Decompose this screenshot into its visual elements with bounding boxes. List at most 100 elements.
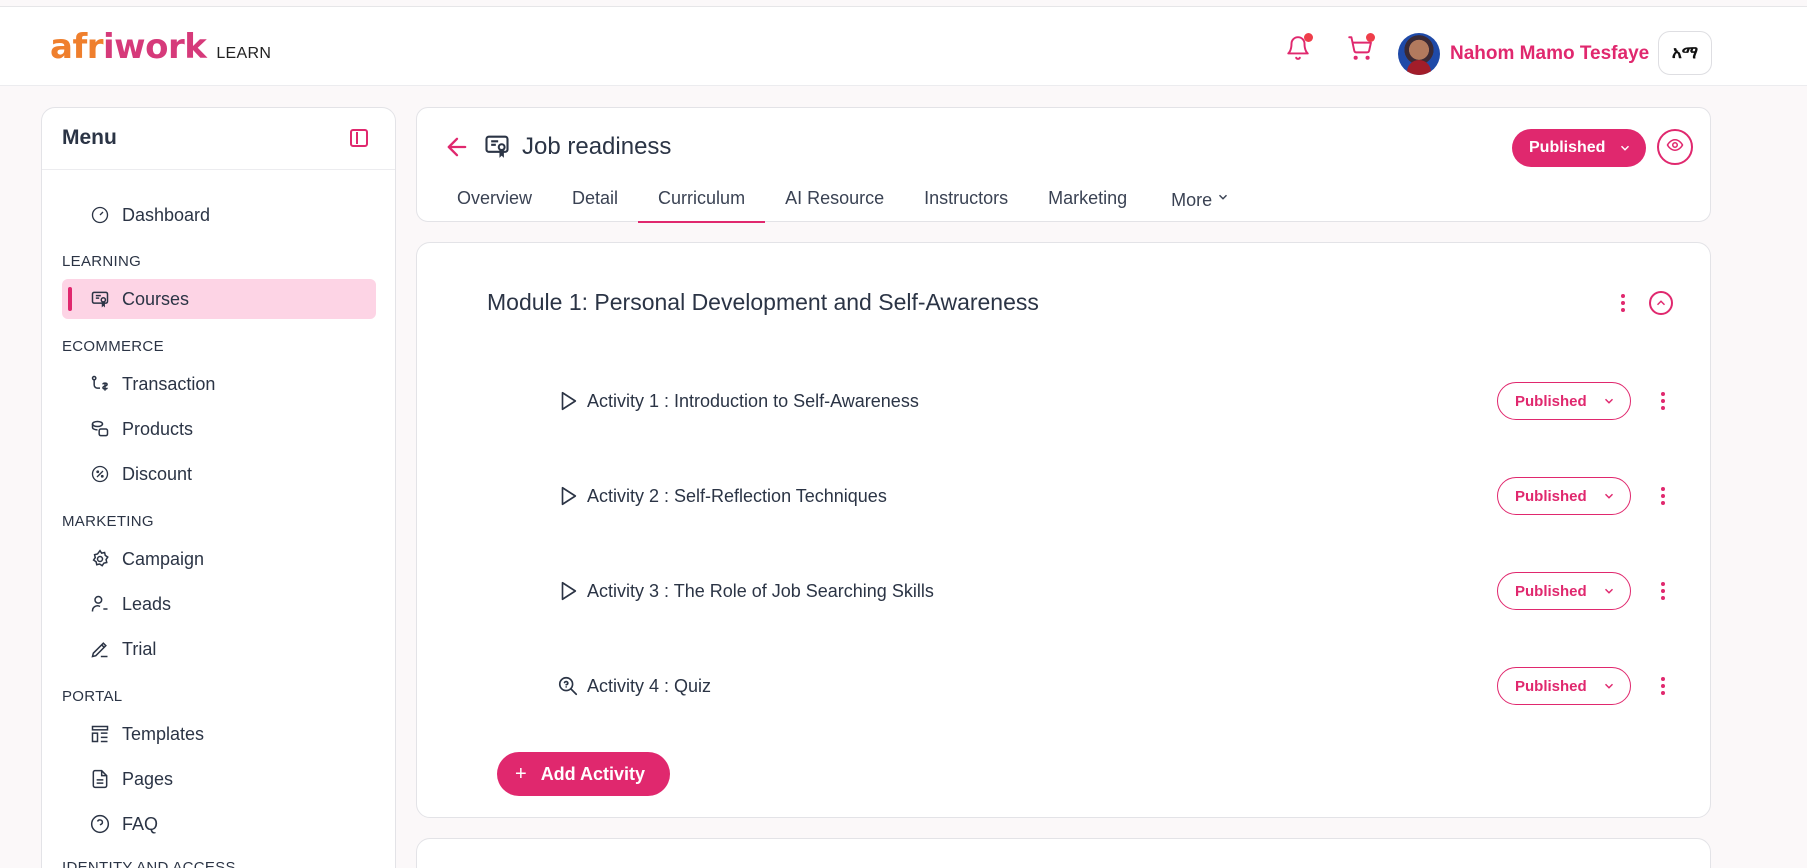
- course-status-dropdown[interactable]: Published: [1512, 129, 1646, 167]
- activity-row[interactable]: Activity 1 : Introduction to Self-Awaren…: [557, 382, 1687, 422]
- cart-icon[interactable]: [1345, 33, 1375, 63]
- activity-row[interactable]: Activity 2 : Self-Reflection Techniques …: [557, 477, 1687, 517]
- activity-more-icon[interactable]: [1653, 484, 1673, 508]
- gauge-icon: [90, 205, 110, 225]
- sidebar-item-label: Courses: [122, 288, 190, 309]
- sidebar: Menu Dashboard LEARNING Courses ECOMMERC…: [41, 107, 396, 868]
- sidebar-item-label: Discount: [122, 463, 193, 484]
- quiz-search-icon: [557, 675, 581, 699]
- back-arrow-icon[interactable]: [443, 133, 471, 161]
- sidebar-item-label: Dashboard: [122, 204, 211, 225]
- tab-overview[interactable]: Overview: [457, 188, 552, 223]
- tab-instructors[interactable]: Instructors: [904, 188, 1028, 223]
- chevron-down-icon: [1216, 188, 1230, 209]
- sidebar-item-transaction[interactable]: Transaction: [62, 364, 376, 404]
- sidebar-item-label: Leads: [122, 593, 172, 614]
- course-tabs: Overview Detail Curriculum AI Resource I…: [457, 188, 1250, 223]
- status-label: Published: [1515, 582, 1587, 600]
- sidebar-item-dashboard[interactable]: Dashboard: [62, 195, 376, 235]
- play-icon: [557, 580, 581, 604]
- chevron-down-icon: [1618, 141, 1632, 160]
- chevron-down-icon: [1602, 679, 1616, 697]
- user-icon: [90, 594, 110, 614]
- tab-ai-resource[interactable]: AI Resource: [765, 188, 904, 223]
- language-switch-button[interactable]: አማ: [1658, 31, 1712, 75]
- certificate-icon: [483, 132, 511, 160]
- notification-dot: [1304, 33, 1313, 42]
- transaction-icon: [90, 374, 110, 394]
- eye-icon: [1666, 136, 1684, 159]
- tab-curriculum[interactable]: Curriculum: [638, 188, 766, 223]
- user-name[interactable]: Nahom Mamo Tesfaye: [1450, 43, 1649, 65]
- sidebar-item-label: Transaction: [122, 373, 216, 394]
- module-more-icon[interactable]: [1613, 291, 1633, 315]
- section-ecommerce: ECOMMERCE: [62, 338, 164, 355]
- section-learning: LEARNING: [62, 253, 142, 270]
- chevron-down-icon: [1602, 584, 1616, 602]
- help-circle-icon: [90, 814, 110, 834]
- logo-part-1: afr: [50, 27, 104, 67]
- activity-title: Activity 4 : Quiz: [587, 676, 712, 696]
- activity-row[interactable]: Activity 4 : Quiz Published: [557, 667, 1687, 707]
- section-marketing: MARKETING: [62, 513, 154, 530]
- sidebar-item-label: Products: [122, 418, 194, 439]
- activity-more-icon[interactable]: [1653, 674, 1673, 698]
- sidebar-item-pages[interactable]: Pages: [62, 759, 376, 799]
- sidebar-collapse-icon[interactable]: [350, 129, 368, 147]
- certificate-icon: [90, 289, 110, 309]
- sidebar-item-label: Pages: [122, 768, 174, 789]
- activity-status-dropdown[interactable]: Published: [1497, 667, 1631, 705]
- activity-row[interactable]: Activity 3 : The Role of Job Searching S…: [557, 572, 1687, 612]
- avatar[interactable]: [1398, 33, 1440, 75]
- module-title: Module 1: Personal Development and Self-…: [487, 289, 1039, 315]
- add-activity-button[interactable]: + Add Activity: [497, 752, 670, 796]
- tab-marketing[interactable]: Marketing: [1028, 188, 1147, 223]
- tab-detail[interactable]: Detail: [552, 188, 638, 223]
- discount-icon: [90, 464, 110, 484]
- coins-icon: [90, 419, 110, 439]
- activity-title: Activity 2 : Self-Reflection Techniques: [587, 486, 887, 506]
- logo-wordmark: afriwork: [50, 27, 207, 67]
- bell-icon[interactable]: [1283, 33, 1313, 63]
- plus-icon: +: [515, 762, 527, 785]
- tab-more[interactable]: More: [1147, 188, 1250, 223]
- activity-more-icon[interactable]: [1653, 389, 1673, 413]
- sidebar-header: Menu: [42, 108, 395, 170]
- logo[interactable]: afriwork LEARN: [50, 27, 271, 67]
- preview-button[interactable]: [1657, 129, 1693, 165]
- play-icon: [557, 485, 581, 509]
- section-identity: IDENTITY AND ACCESS: [62, 859, 236, 868]
- logo-part-2: iwork: [103, 27, 207, 67]
- course-header-card: Job readiness Published Overview Detail …: [416, 107, 1711, 223]
- activity-status-dropdown[interactable]: Published: [1497, 382, 1631, 420]
- sidebar-item-leads[interactable]: Leads: [62, 584, 376, 624]
- add-activity-label: Add Activity: [540, 763, 646, 784]
- sidebar-item-templates[interactable]: Templates: [62, 714, 376, 754]
- activity-status-dropdown[interactable]: Published: [1497, 477, 1631, 515]
- activity-title: Activity 3 : The Role of Job Searching S…: [587, 581, 934, 601]
- sidebar-item-campaign[interactable]: Campaign: [62, 539, 376, 579]
- activity-title: Activity 1 : Introduction to Self-Awaren…: [587, 391, 919, 411]
- chevron-down-icon: [1602, 394, 1616, 412]
- sidebar-item-courses[interactable]: Courses: [62, 279, 376, 319]
- status-label: Published: [1515, 392, 1587, 410]
- chevron-down-icon: [1602, 489, 1616, 507]
- app-header: afriwork LEARN Nahom Mamo Tesfaye አማ: [0, 7, 1807, 86]
- sidebar-item-label: FAQ: [122, 813, 159, 834]
- activity-status-dropdown[interactable]: Published: [1497, 572, 1631, 610]
- sidebar-title: Menu: [62, 126, 117, 149]
- sidebar-item-discount[interactable]: Discount: [62, 454, 376, 494]
- logo-suffix: LEARN: [216, 45, 272, 62]
- gear-icon: [90, 549, 110, 569]
- sidebar-item-products[interactable]: Products: [62, 409, 376, 449]
- next-module-card: [416, 838, 1711, 868]
- tab-more-label: More: [1171, 190, 1213, 210]
- activity-more-icon[interactable]: [1653, 579, 1673, 603]
- pencil-ruler-icon: [90, 639, 110, 659]
- chevron-up-icon[interactable]: [1649, 291, 1673, 315]
- sidebar-item-label: Templates: [122, 723, 205, 744]
- status-label: Published: [1529, 139, 1606, 156]
- module-card: Module 1: Personal Development and Self-…: [416, 242, 1711, 818]
- sidebar-item-faq[interactable]: FAQ: [62, 804, 376, 844]
- sidebar-item-trial[interactable]: Trial: [62, 629, 376, 669]
